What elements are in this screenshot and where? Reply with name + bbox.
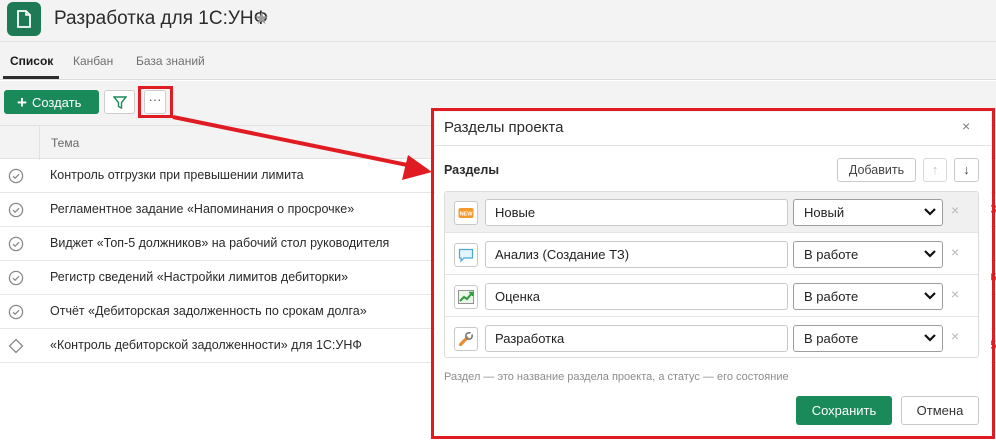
plus-icon: + (17, 93, 27, 112)
section-status-select[interactable]: В работе (793, 241, 943, 268)
section-name-input[interactable]: Оценка (485, 283, 788, 310)
add-section-button[interactable]: Добавить (837, 158, 916, 182)
divider (435, 145, 991, 146)
check-circle-icon (8, 270, 24, 286)
svg-text:NEW: NEW (460, 211, 474, 217)
row-subject: Отчёт «Дебиторская задолженность по срок… (50, 304, 367, 318)
close-icon[interactable]: × (962, 118, 970, 134)
section-status-select[interactable]: Новый (793, 199, 943, 226)
new-badge-icon[interactable]: NEW (454, 201, 478, 225)
section-name-input[interactable]: Анализ (Создание ТЗ) (485, 241, 788, 268)
create-button[interactable]: + Создать (4, 90, 99, 114)
delete-section-icon[interactable]: × (951, 202, 959, 218)
star-icon[interactable]: ★ (254, 9, 269, 29)
tab-kanban[interactable]: Канбан (73, 54, 113, 68)
section-row[interactable]: Оценка В работе × (445, 276, 978, 317)
hint-text: Раздел — это название раздела проекта, а… (444, 371, 789, 383)
filter-icon (113, 96, 127, 109)
chevron-down-icon (924, 334, 936, 342)
chevron-down-icon (924, 250, 936, 258)
move-down-button[interactable]: ↓ (954, 158, 979, 182)
save-button[interactable]: Сохранить (796, 396, 892, 425)
column-divider (39, 126, 40, 160)
project-sections-dialog: Разделы проекта × Разделы Добавить ↑ ↓ N… (435, 112, 991, 435)
filter-button[interactable] (104, 90, 135, 114)
section-row[interactable]: NEW Новые Новый × (445, 192, 978, 233)
section-name-input[interactable]: Новые (485, 199, 788, 226)
active-tab-indicator (3, 76, 59, 79)
section-status-select[interactable]: В работе (793, 325, 943, 352)
more-button-highlight (138, 86, 173, 118)
delete-section-icon[interactable]: × (951, 328, 959, 344)
section-status-value: Новый (804, 205, 845, 220)
section-row[interactable]: Разработка В работе × (445, 318, 978, 359)
chevron-down-icon (924, 292, 936, 300)
chart-growth-icon[interactable] (454, 285, 478, 309)
check-circle-icon (8, 304, 24, 320)
tab-bar: Список Канбан База знаний (0, 42, 996, 80)
delete-section-icon[interactable]: × (951, 244, 959, 260)
speech-bubble-icon[interactable] (454, 243, 478, 267)
row-subject: Регистр сведений «Настройки лимитов деби… (50, 270, 349, 284)
section-status-value: В работе (804, 331, 859, 346)
tab-knowledge-base[interactable]: База знаний (136, 54, 205, 68)
row-subject: Регламентное задание «Напоминания о прос… (50, 202, 355, 216)
page-title: Разработка для 1С:УНФ (54, 8, 269, 29)
document-icon (7, 2, 41, 36)
tab-list[interactable]: Список (10, 54, 53, 68)
column-subject[interactable]: Тема (51, 136, 79, 150)
cancel-button[interactable]: Отмена (901, 396, 979, 425)
sections-list: NEW Новые Новый × Анализ (Создание ТЗ) В… (444, 191, 979, 358)
delete-section-icon[interactable]: × (951, 286, 959, 302)
app-header: Разработка для 1С:УНФ ★ (0, 0, 996, 42)
row-subject: Виджет «Топ-5 должников» на рабочий стол… (50, 236, 390, 250)
section-row[interactable]: Анализ (Создание ТЗ) В работе × (445, 234, 978, 275)
wrench-icon[interactable] (454, 327, 478, 351)
row-subject: Контроль отгрузки при превышении лимита (50, 168, 304, 182)
section-status-select[interactable]: В работе (793, 283, 943, 310)
move-up-button[interactable]: ↑ (923, 158, 947, 182)
section-status-value: В работе (804, 289, 859, 304)
section-name-input[interactable]: Разработка (485, 325, 788, 352)
check-circle-icon (8, 236, 24, 252)
create-button-label: Создать (31, 95, 82, 110)
check-circle-icon (8, 202, 24, 218)
sections-label: Разделы (444, 163, 499, 177)
diamond-icon (8, 338, 24, 354)
section-status-value: В работе (804, 247, 859, 262)
check-circle-icon (8, 168, 24, 184)
chevron-down-icon (924, 208, 936, 216)
dialog-title: Разделы проекта (444, 119, 564, 136)
row-subject: «Контроль дебиторской задолженности» для… (50, 338, 362, 352)
